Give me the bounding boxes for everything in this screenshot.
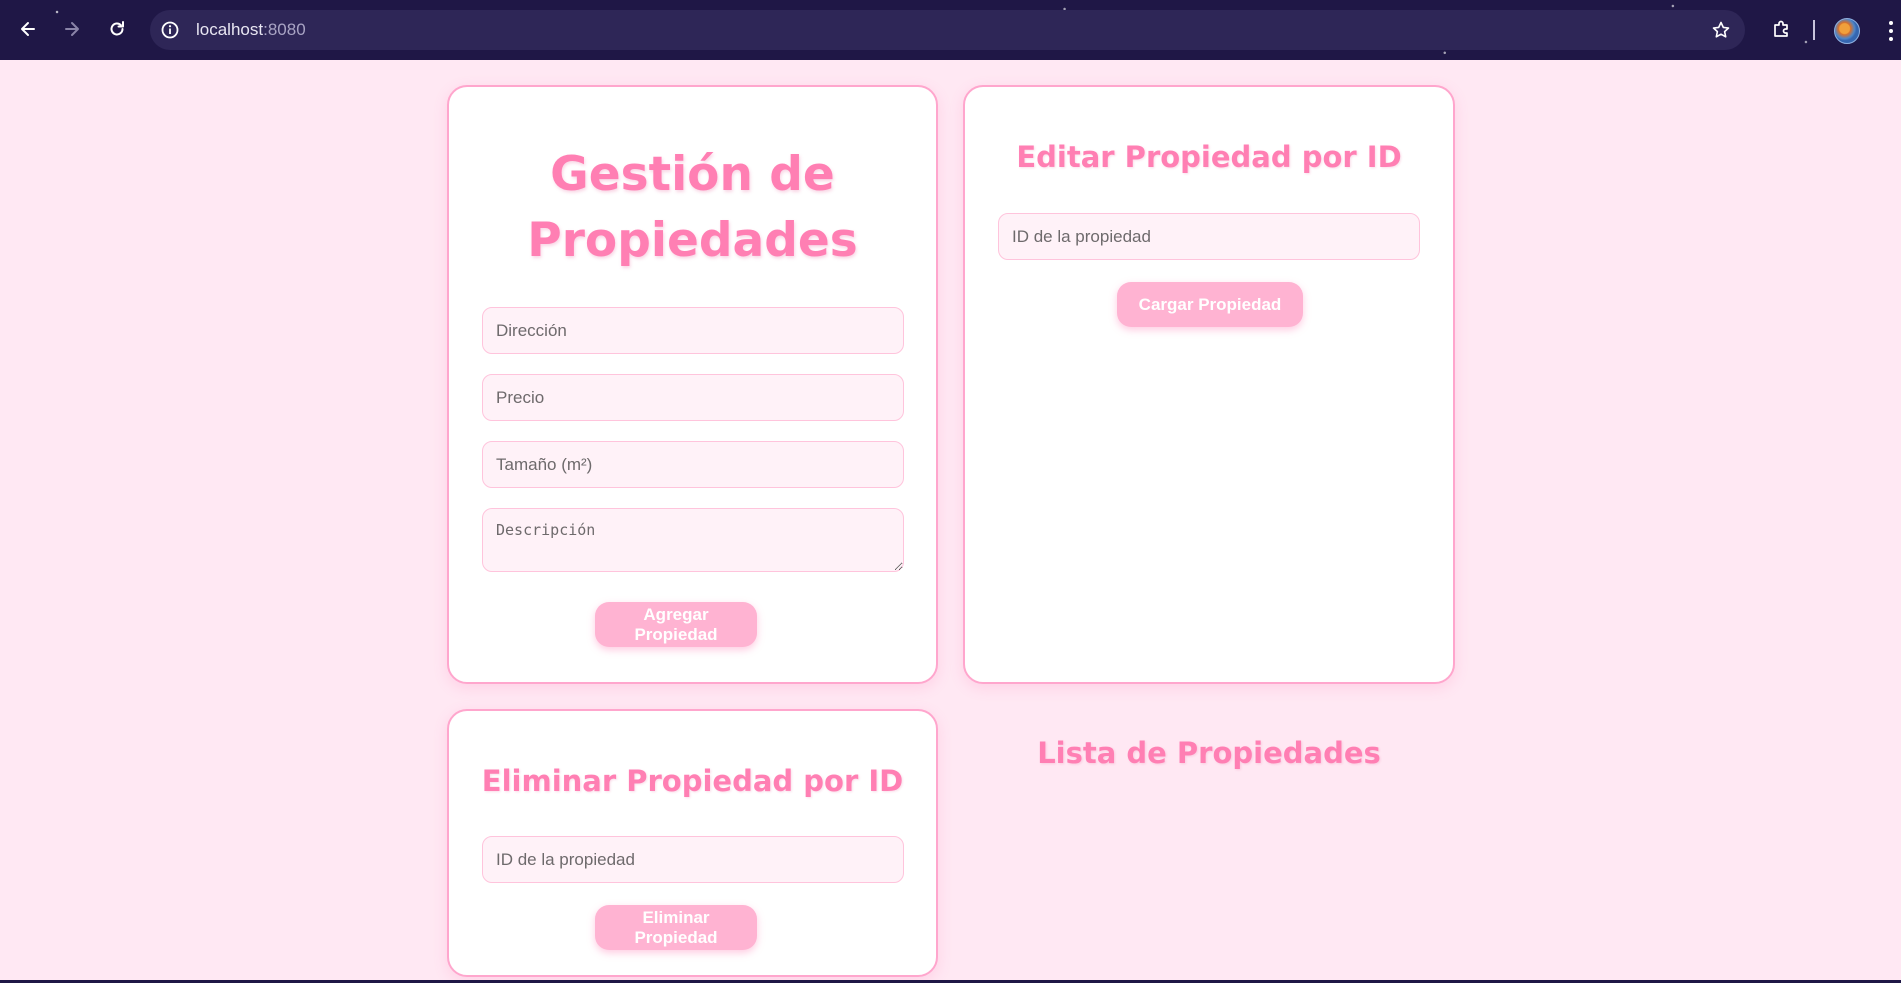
forward-icon[interactable] bbox=[57, 14, 87, 44]
delete-card-title: Eliminar Propiedad por ID bbox=[481, 764, 904, 798]
direccion-input[interactable] bbox=[482, 307, 904, 354]
profile-avatar[interactable] bbox=[1834, 18, 1860, 44]
url-text[interactable]: localhost:8080 bbox=[196, 20, 306, 40]
page-title: Gestión de Propiedades bbox=[527, 147, 858, 268]
address-bar[interactable]: localhost:8080 bbox=[150, 10, 1745, 50]
toolbar-divider bbox=[1813, 20, 1815, 40]
edit-card-title: Editar Propiedad por ID bbox=[1016, 140, 1402, 174]
cargar-propiedad-button[interactable]: Cargar Propiedad bbox=[1117, 282, 1303, 327]
more-menu-icon[interactable] bbox=[1888, 20, 1894, 42]
add-property-card: Gestión de Propiedades Agregar Propiedad bbox=[447, 85, 938, 684]
reload-icon[interactable] bbox=[102, 14, 132, 44]
site-info-icon[interactable] bbox=[160, 20, 180, 40]
property-list-title: Lista de Propiedades bbox=[1037, 736, 1381, 770]
delete-id-input[interactable] bbox=[482, 836, 904, 883]
back-icon[interactable] bbox=[13, 14, 43, 44]
precio-input[interactable] bbox=[482, 374, 904, 421]
edit-id-input[interactable] bbox=[998, 213, 1420, 260]
agregar-propiedad-button[interactable]: Agregar Propiedad bbox=[595, 602, 757, 647]
edit-property-card: Editar Propiedad por ID Cargar Propiedad bbox=[963, 85, 1455, 684]
extensions-icon[interactable] bbox=[1766, 14, 1796, 44]
delete-property-card: Eliminar Propiedad por ID Eliminar Propi… bbox=[447, 709, 938, 977]
descripcion-textarea[interactable] bbox=[482, 508, 904, 572]
bookmark-star-icon[interactable] bbox=[1711, 20, 1731, 40]
tamano-input[interactable] bbox=[482, 441, 904, 488]
eliminar-propiedad-button[interactable]: Eliminar Propiedad bbox=[595, 905, 757, 950]
browser-toolbar: localhost:8080 bbox=[0, 0, 1901, 60]
